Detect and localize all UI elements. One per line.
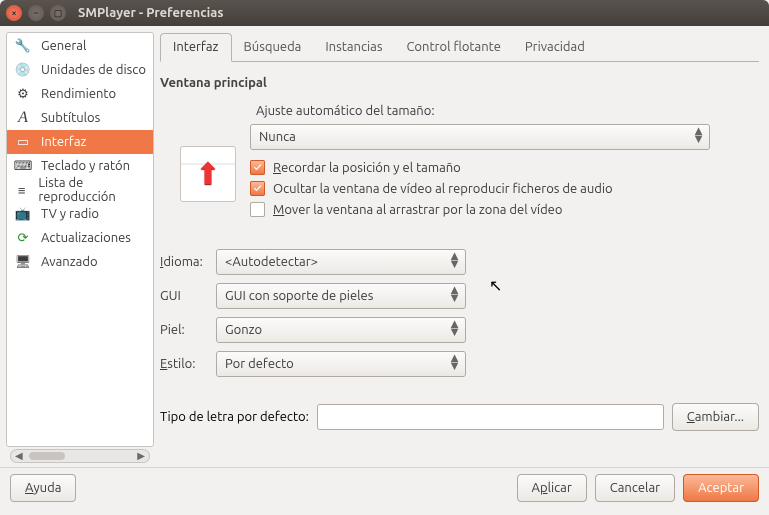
checkbox-remember[interactable]: ✓ bbox=[250, 160, 265, 175]
skin-label: Piel: bbox=[160, 323, 216, 337]
font-icon: A bbox=[13, 108, 33, 128]
arrow-up-icon: ⬆ bbox=[195, 156, 220, 192]
sidebar-item-performance[interactable]: ⚙ Rendimiento bbox=[7, 82, 153, 106]
monitor-icon: 🖥 bbox=[13, 252, 33, 272]
scrollbar-thumb[interactable] bbox=[29, 452, 65, 460]
sidebar-item-keyboard[interactable]: ⌨ Teclado y ratón bbox=[7, 154, 153, 178]
lang-label: Idioma:Idioma: bbox=[160, 255, 216, 269]
checkbox-hide-video[interactable]: ✓ bbox=[250, 181, 265, 196]
chevron-right-icon: ▶ bbox=[137, 450, 145, 462]
lang-combo[interactable]: <Autodetectar>▲▼ bbox=[216, 249, 466, 275]
chevron-left-icon: ◀ bbox=[15, 450, 23, 462]
cancel-button[interactable]: Cancelar bbox=[595, 474, 675, 502]
spinner-icon: ▲▼ bbox=[448, 320, 461, 336]
spinner-icon: ▲▼ bbox=[448, 286, 461, 302]
sidebar-item-label: Rendimiento bbox=[41, 87, 116, 101]
gui-combo[interactable]: GUI con soporte de pieles▲▼ bbox=[216, 283, 466, 309]
refresh-icon: ⟳ bbox=[13, 228, 33, 248]
sidebar-item-label: Lista de reproducción bbox=[38, 176, 147, 204]
spinner-icon: ▲▼ bbox=[692, 127, 705, 143]
tab-search[interactable]: Búsqueda bbox=[232, 34, 314, 61]
tab-interface[interactable]: Interfaz bbox=[160, 33, 232, 62]
sidebar-item-label: Actualizaciones bbox=[41, 231, 131, 245]
sidebar-scrollbar[interactable]: ◀ ▶ bbox=[10, 449, 150, 463]
sidebar-item-tvradio[interactable]: 📺 TV y radio bbox=[7, 202, 153, 226]
sidebar-item-label: Teclado y ratón bbox=[41, 159, 130, 173]
font-input[interactable] bbox=[317, 404, 664, 430]
sidebar-item-interface[interactable]: ▭ Interfaz bbox=[7, 130, 153, 154]
window-icon: ▭ bbox=[13, 132, 33, 152]
checkbox-move-window[interactable] bbox=[250, 202, 265, 217]
tab-privacy[interactable]: Privacidad bbox=[513, 34, 597, 61]
sidebar-item-label: Interfaz bbox=[41, 135, 87, 149]
sidebar-item-label: Unidades de disco bbox=[41, 63, 146, 77]
autosize-combo[interactable]: Nunca▲▼ bbox=[250, 124, 710, 150]
titlebar: × – ▢ SMPlayer - Preferencias bbox=[0, 0, 769, 26]
gear-icon: ⚙ bbox=[13, 84, 33, 104]
sidebar-item-label: TV y radio bbox=[41, 207, 99, 221]
sidebar-item-label: Subtítulos bbox=[41, 111, 100, 125]
tv-icon: 📺 bbox=[13, 204, 33, 224]
label-hide-video: Ocultar la ventana de vídeo al reproduci… bbox=[273, 182, 613, 196]
sidebar-item-general[interactable]: 🔧 General bbox=[7, 34, 153, 58]
sidebar-item-updates[interactable]: ⟳ Actualizaciones bbox=[7, 226, 153, 250]
minimize-button[interactable]: – bbox=[28, 5, 44, 21]
font-label: Tipo de letra por defecto: bbox=[160, 410, 309, 424]
accept-button[interactable]: Aceptar bbox=[683, 474, 759, 502]
close-button[interactable]: × bbox=[6, 5, 22, 21]
label-remember: RRecordar la posición y el tamañoecordar… bbox=[273, 161, 461, 175]
section-main-window: Ventana principal bbox=[160, 76, 759, 90]
apply-button[interactable]: AplicarAplicar bbox=[517, 474, 587, 502]
spinner-icon: ▲▼ bbox=[448, 252, 461, 268]
gui-label: GUI bbox=[160, 289, 216, 303]
sidebar-item-drives[interactable]: 💿 Unidades de disco bbox=[7, 58, 153, 82]
skin-combo[interactable]: Gonzo▲▼ bbox=[216, 317, 466, 343]
window-preview-icon: ⬆ bbox=[180, 146, 236, 202]
footer: AyudaAyuda AplicarAplicar Cancelar Acept… bbox=[0, 467, 769, 508]
sidebar-item-label: General bbox=[41, 39, 86, 53]
tab-instances[interactable]: Instancias bbox=[313, 34, 394, 61]
maximize-button[interactable]: ▢ bbox=[50, 5, 66, 21]
sidebar-item-advanced[interactable]: 🖥 Avanzado bbox=[7, 250, 153, 274]
sidebar-item-label: Avanzado bbox=[41, 255, 98, 269]
autosize-label: Ajuste automático del tamaño: bbox=[256, 104, 435, 118]
sidebar-item-subtitles[interactable]: A Subtítulos bbox=[7, 106, 153, 130]
sidebar: 🔧 General 💿 Unidades de disco ⚙ Rendimiento… bbox=[6, 32, 154, 447]
keyboard-icon: ⌨ bbox=[13, 156, 33, 176]
tabbar: Interfaz Búsqueda Instancias Control flo… bbox=[160, 32, 759, 62]
disc-icon: 💿 bbox=[13, 60, 33, 80]
help-button[interactable]: AyudaAyuda bbox=[10, 474, 76, 502]
style-label: Estilo:Estilo: bbox=[160, 357, 216, 371]
label-move-window: Mover la ventana al arrastrar por la zon… bbox=[273, 203, 562, 217]
window-title: SMPlayer - Preferencias bbox=[78, 6, 223, 20]
wrench-icon: 🔧 bbox=[13, 36, 33, 56]
tab-floatcontrol[interactable]: Control flotante bbox=[394, 34, 512, 61]
sidebar-item-playlist[interactable]: ≡ Lista de reproducción bbox=[7, 178, 153, 202]
spinner-icon: ▲▼ bbox=[448, 354, 461, 370]
style-combo[interactable]: Por defecto▲▼ bbox=[216, 351, 466, 377]
change-font-button[interactable]: Cambiar...Cambiar... bbox=[672, 403, 759, 431]
list-icon: ≡ bbox=[13, 180, 30, 200]
